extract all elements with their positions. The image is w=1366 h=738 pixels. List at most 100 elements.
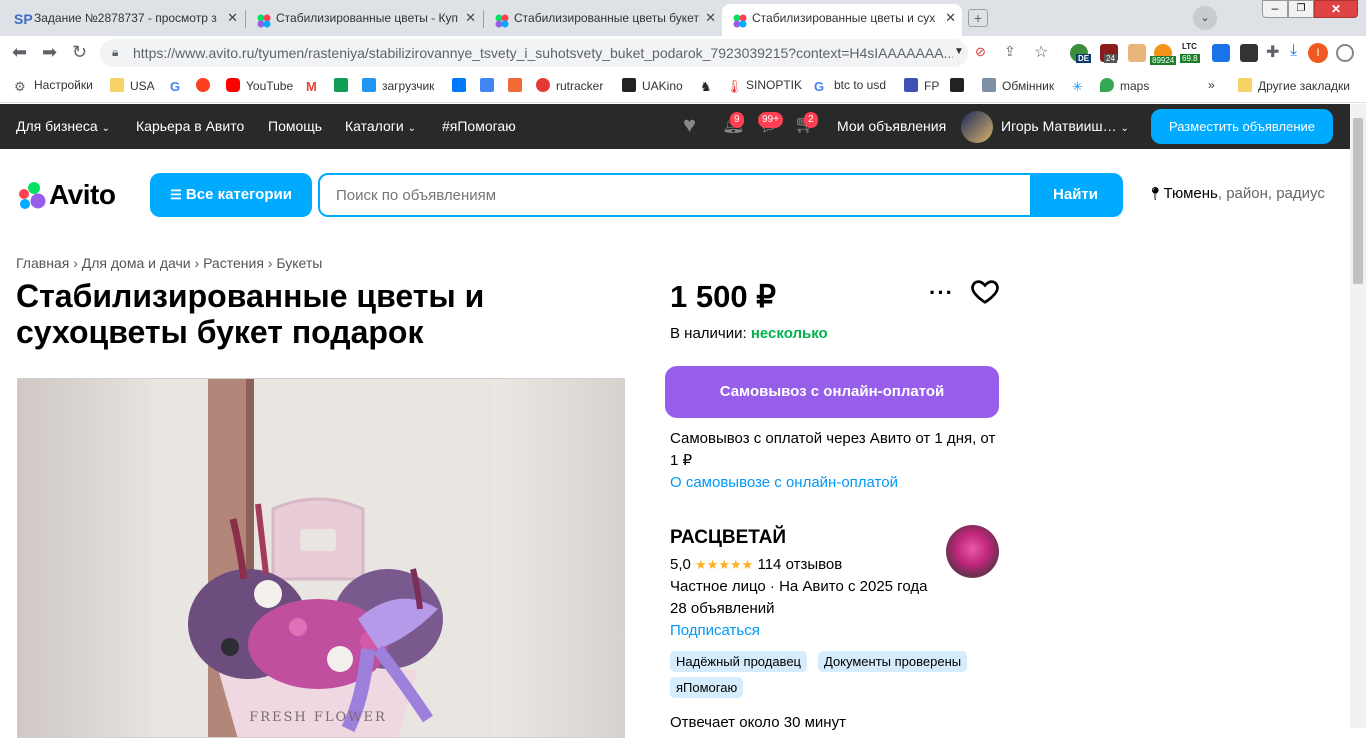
browser-tab-2[interactable]: Стабилизированные цветы - Куп ✕ [246, 4, 482, 36]
bookmark-chess[interactable]: ♞ [700, 78, 720, 94]
bookmark-settings[interactable]: ⚙ Настройки [14, 78, 93, 94]
tag-documents-verified[interactable]: Документы проверены [818, 651, 968, 672]
calendar-extension-icon[interactable]: 24 [1100, 44, 1118, 63]
listing-photo[interactable]: FRESH FLOWER [17, 378, 625, 738]
bookmark-uakino[interactable]: UAKino [622, 78, 683, 93]
bookmark-usa[interactable]: USA [110, 78, 155, 93]
profile-avatar[interactable]: I [1308, 43, 1328, 63]
google-icon: G [814, 79, 828, 94]
new-tab-button[interactable]: + [968, 9, 988, 27]
bookmark-yandex[interactable] [196, 78, 216, 93]
bouquet-image: FRESH FLOWER [18, 379, 624, 737]
search-button[interactable]: Найти [1030, 175, 1121, 215]
window-close-button[interactable]: ✕ [1314, 0, 1358, 18]
bookmark-label: Другие закладки [1258, 79, 1350, 93]
search-input[interactable] [320, 175, 1030, 215]
tag-ya-pomogayu[interactable]: яПомогаю [670, 677, 744, 698]
google-icon: G [170, 79, 184, 94]
tab-title: Стабилизированные цветы и сух [752, 11, 936, 25]
url-text[interactable]: https://www.avito.ru/tyumen/rasteniya/st… [133, 45, 953, 61]
more-dots-icon[interactable]: ··· [929, 280, 954, 306]
share-icon[interactable]: ⇪ [1004, 43, 1016, 60]
bookmark-google[interactable]: G [170, 78, 190, 94]
nav-business[interactable]: Для бизнеса ⌄ [16, 118, 110, 134]
translate-extension-icon[interactable]: DE [1070, 44, 1092, 63]
litecoin-extension-icon[interactable]: LTC 69.8 [1180, 42, 1200, 63]
forward-extension-icon[interactable] [1240, 44, 1258, 62]
favorite-heart-icon[interactable] [970, 276, 1000, 311]
bookmark-youtube[interactable]: YouTube [226, 78, 293, 93]
menu-globe-icon[interactable] [1336, 44, 1354, 62]
nav-user-menu[interactable]: Игорь Матвииш… ⌄ [1001, 118, 1129, 134]
nav-ya-pomogayu[interactable]: #яПомогаю [442, 118, 516, 134]
pickup-online-payment-button[interactable]: Самовывоз с онлайн-оплатой [665, 366, 999, 418]
bookmark-walmart[interactable]: ✳ [1072, 78, 1092, 94]
tab-search-icon[interactable]: ⌄ [1193, 6, 1217, 30]
bookmark-gmail[interactable]: M [306, 78, 326, 94]
downloads-icon[interactable]: ⤓ [1290, 42, 1297, 60]
subscribe-link[interactable]: Подписаться [670, 622, 760, 639]
nav-my-ads[interactable]: Мои объявления [837, 118, 946, 134]
browser-tab-1[interactable]: SP Задание №2878737 - просмотр з ✕ [4, 4, 244, 36]
browser-tab-4-active[interactable]: Стабилизированные цветы и сух ✕ [722, 4, 962, 36]
bookmark-loader[interactable]: загрузчик [362, 78, 434, 93]
close-icon[interactable]: ✕ [945, 4, 956, 32]
nav-label: Каталоги [345, 118, 404, 134]
bookmark-btc-to-usd[interactable]: Gbtc to usd [814, 78, 886, 94]
nav-catalogs[interactable]: Каталоги ⌄ [345, 118, 416, 134]
location-selector[interactable]: 📍︎Тюмень, район, радиус [1147, 185, 1325, 202]
breadcrumb-home-and-garden[interactable]: Для дома и дачи [82, 255, 191, 271]
star-bookmark-icon[interactable]: ☆ [1034, 42, 1048, 62]
bookmark-exchanger[interactable]: Обмінник [982, 78, 1054, 93]
heart-favorites-icon[interactable]: ♥ [683, 112, 696, 138]
bookmark-drive[interactable] [334, 78, 354, 93]
chevron-down-icon: ⌄ [407, 123, 416, 134]
reload-icon[interactable]: ↻ [72, 42, 87, 63]
face-extension-icon[interactable] [1128, 44, 1146, 62]
bookmark-other[interactable]: Другие закладки [1238, 78, 1350, 93]
bookmark-bc[interactable] [950, 78, 970, 93]
restore-button[interactable]: ❐ [1288, 0, 1314, 18]
all-categories-button[interactable]: ☰ Все категории [150, 173, 312, 217]
bookmark-maps[interactable]: maps [1100, 78, 1149, 93]
forward-arrow-icon[interactable]: ➡ [42, 42, 57, 63]
pickup-info-link[interactable]: О самовывозе с онлайн-оплатой [670, 472, 1000, 494]
close-icon[interactable]: ✕ [705, 4, 716, 32]
nav-career[interactable]: Карьера в Авито [136, 118, 244, 134]
bookmark-translate[interactable] [480, 78, 500, 93]
close-icon[interactable]: ✕ [227, 4, 238, 32]
nav-help[interactable]: Помощь [268, 118, 322, 134]
breadcrumb-home[interactable]: Главная [16, 255, 69, 271]
de-badge: DE [1076, 54, 1092, 63]
bookmarks-more-button[interactable]: » [1208, 78, 1215, 92]
scrollbar-thumb[interactable] [1353, 118, 1363, 284]
seller-rating[interactable]: 5,0 ★★★★★ 114 отзывов [670, 556, 842, 573]
breadcrumb-bouquets[interactable]: Букеты [276, 255, 322, 271]
browser-tab-3[interactable]: Стабилизированные цветы букет ✕ [484, 4, 722, 36]
folder-icon [110, 78, 124, 92]
bookmark-vk[interactable] [452, 78, 472, 93]
gmail-icon: M [306, 79, 320, 94]
seller-ads-count[interactable]: 28 объявлений [670, 600, 775, 617]
download-extension-icon[interactable] [1212, 44, 1230, 62]
seller-name[interactable]: РАСЦВЕТАЙ [670, 527, 786, 549]
bookmark-fp[interactable]: FP [904, 78, 939, 93]
lock-icon[interactable]: 🔒︎ [112, 45, 118, 60]
extensions-puzzle-icon[interactable]: ✚ [1266, 42, 1279, 62]
url-dropdown-icon[interactable]: ▼ [954, 46, 964, 57]
user-avatar[interactable] [961, 111, 993, 143]
tag-reliable-seller[interactable]: Надёжный продавец [670, 651, 807, 672]
blocked-icon[interactable]: ⊘ [975, 44, 986, 60]
bookmark-f[interactable] [508, 78, 528, 93]
stock-status: В наличии: несколько [670, 325, 828, 342]
minimize-button[interactable]: – [1262, 0, 1288, 18]
bookmark-sinoptik[interactable]: 🌡︎ SINOPTIK [726, 78, 802, 94]
post-ad-button[interactable]: Разместить объявление [1151, 109, 1333, 144]
bookmark-rutracker[interactable]: rutracker [536, 78, 603, 93]
back-arrow-icon[interactable]: ⬅ [12, 42, 27, 63]
close-icon[interactable]: ✕ [465, 4, 476, 32]
bitcoin-extension-icon[interactable]: 89924 [1150, 44, 1177, 65]
seller-avatar[interactable] [946, 525, 999, 578]
bookmark-label: Настройки [34, 78, 93, 92]
breadcrumb-plants[interactable]: Растения [203, 255, 264, 271]
